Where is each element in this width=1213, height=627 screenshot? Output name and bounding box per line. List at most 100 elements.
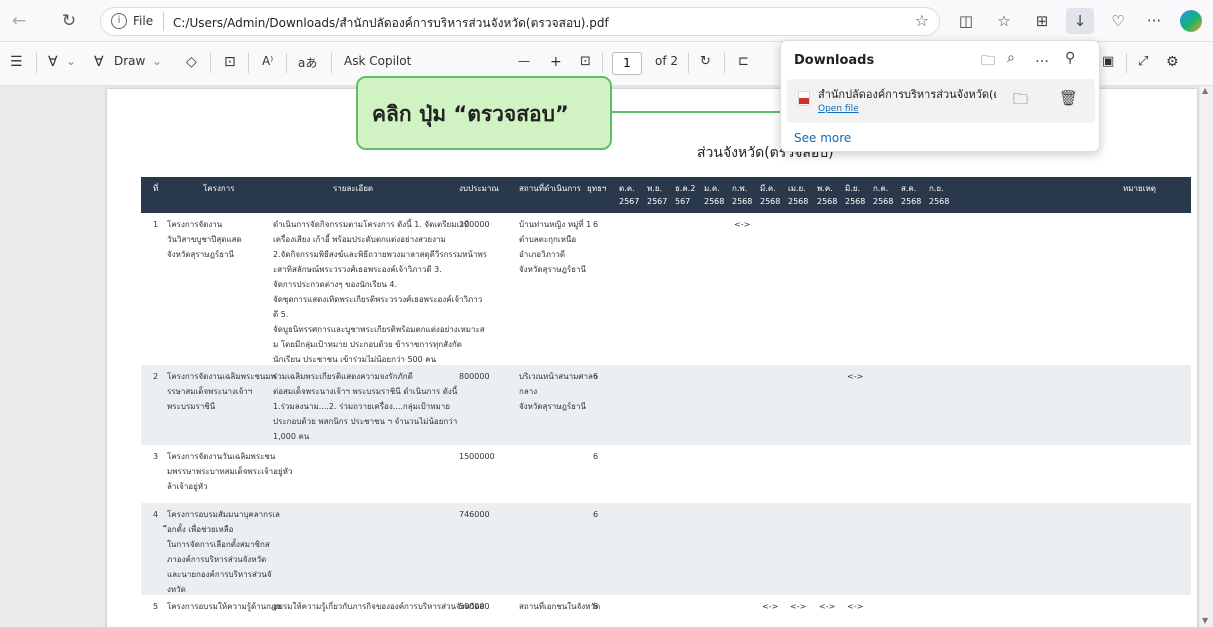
fullscreen-icon[interactable]: ⤢ xyxy=(1138,54,1148,69)
location-cell-line: กลาง xyxy=(519,387,538,396)
save-icon[interactable]: ▣ xyxy=(1102,54,1114,69)
more-options-icon[interactable]: … xyxy=(1035,50,1049,66)
project-cell-line: โครงการจัดงานวันเฉลิมพระชน xyxy=(167,452,276,461)
health-icon[interactable]: ♡ xyxy=(1104,8,1132,34)
details-cell: อบรมให้ความรู้เกี่ยวกับภารกิจขององค์การบ… xyxy=(273,599,484,614)
url-divider xyxy=(163,12,164,31)
scroll-down-icon[interactable]: ▼ xyxy=(1202,616,1208,625)
location-cell-line: อำเภอวิภาวดี xyxy=(519,250,566,259)
show-in-folder-icon[interactable]: 🗀 xyxy=(1013,89,1028,114)
header-year: 2568 xyxy=(901,197,922,206)
timeline-mark: <-> xyxy=(790,602,807,611)
header-year: 2567 xyxy=(647,197,668,206)
location-cell: บริเวณหน้าสนามศาลา กลาง จังหวัดสุราษฎร์ธาน… xyxy=(519,369,597,414)
url-text[interactable]: C:/Users/Admin/Downloads/สำนักปลัดองค์กา… xyxy=(173,14,609,33)
settings-gear-icon[interactable]: ⚙ xyxy=(1166,54,1179,70)
row-number: 3 xyxy=(153,452,159,461)
ask-copilot-button[interactable]: Ask Copilot xyxy=(344,54,411,68)
copilot-icon[interactable] xyxy=(1180,10,1202,32)
details-cell-line: ม โดยมีกลุ่มเป้าหมาย ประกอบด้วย ข้าราชกา… xyxy=(273,340,462,349)
translate-button[interactable]: aあ xyxy=(298,54,317,71)
timeline-mark: <-> xyxy=(847,372,864,381)
header-year: 567 xyxy=(675,197,691,206)
header-month: พ.ค. xyxy=(817,184,833,193)
draw-icon[interactable]: ∀ xyxy=(94,54,104,70)
pdf-page: ส่วนจังหวัด(ตรวจสอบ) ที่ โครงการ รายละเอ… xyxy=(107,89,1197,627)
split-screen-icon[interactable]: ◫ xyxy=(952,8,980,34)
project-cell: โครงการจัดงานเฉลิมพระชนมพ รรษาสมเด็จพระนา… xyxy=(167,369,276,414)
row-number: 4 xyxy=(153,510,159,519)
scroll-thumb[interactable] xyxy=(1203,86,1210,627)
download-file-name[interactable]: สำนักปลัดองค์การบริหารส่วนจังหวัด(ตรวจส xyxy=(818,85,996,103)
divider xyxy=(331,53,332,73)
back-icon[interactable]: ← xyxy=(6,9,32,33)
download-item[interactable]: สำนักปลัดองค์การบริหารส่วนจังหวัด(ตรวจส … xyxy=(787,79,1095,123)
location-cell: บ้านท่านหญิง หมู่ที่ 1 ตำบลตะกุกเหนือ อำเภ… xyxy=(519,217,591,277)
budget-cell: 746000 xyxy=(459,510,490,519)
header-year: 2568 xyxy=(929,197,950,206)
callout-text: คลิก ปุ่ม “ตรวจสอบ” xyxy=(372,102,569,126)
info-icon[interactable]: i xyxy=(111,13,127,29)
header-month: ก.พ. xyxy=(732,184,748,193)
zoom-in-button[interactable]: + xyxy=(550,54,562,70)
page-view-icon[interactable]: ⊏ xyxy=(738,54,749,69)
header-details: รายละเอียด xyxy=(333,184,374,193)
see-more-link[interactable]: See more xyxy=(794,131,851,145)
zoom-out-button[interactable]: — xyxy=(518,54,530,68)
details-cell-line: ดำเนินการจัดกิจกรรมตามโครงการ ดังนี้ 1. … xyxy=(273,220,469,229)
chevron-down-icon[interactable]: ⌄ xyxy=(152,54,162,68)
favorites-icon[interactable]: ☆ xyxy=(990,8,1018,34)
chevron-down-icon[interactable]: ⌄ xyxy=(66,54,76,68)
project-cell-line: จังหวัดสุราษฎร์ธานี xyxy=(167,250,235,259)
project-cell-line: โครงการอบรมสัมมนาบุคลากรเล xyxy=(167,510,280,519)
eraser-icon[interactable]: ◇ xyxy=(186,54,197,70)
details-cell: ร่วมเฉลิมพระเกียรติแสดงความจงรักภักดี ต่อ… xyxy=(273,369,457,444)
budget-cell: 1500000 xyxy=(459,452,495,461)
header-year: 2568 xyxy=(732,197,753,206)
fit-page-icon[interactable]: ⊡ xyxy=(580,54,591,69)
collections-icon[interactable]: ⊞ xyxy=(1028,8,1056,34)
details-cell: ดำเนินการจัดกิจกรรมตามโครงการ ดังนี้ 1. … xyxy=(273,217,487,367)
downloads-icon[interactable]: ↓ xyxy=(1066,8,1094,34)
text-box-icon[interactable]: ⊡ xyxy=(224,54,236,70)
header-year: 2568 xyxy=(788,197,809,206)
project-cell-line: ในการจัดการเลือกตั้งสมาชิกส xyxy=(167,540,270,549)
search-icon[interactable]: ⌕ xyxy=(1007,50,1015,66)
divider xyxy=(210,53,211,73)
contents-icon[interactable]: ☰ xyxy=(10,54,23,70)
project-cell: โครงการอบรมให้ความรู้ด้านกฎห xyxy=(167,599,282,614)
favorite-star-icon[interactable]: ☆ xyxy=(915,11,929,30)
header-month: ก.ย. xyxy=(929,184,944,193)
divider xyxy=(1126,53,1127,73)
pin-icon[interactable]: ⚲ xyxy=(1065,50,1075,66)
header-year: 2568 xyxy=(760,197,781,206)
delete-icon[interactable]: 🗑 xyxy=(1059,89,1078,107)
pdf-viewer[interactable]: ส่วนจังหวัด(ตรวจสอบ) ที่ โครงการ รายละเอ… xyxy=(0,86,1200,627)
refresh-icon[interactable]: ↻ xyxy=(56,9,82,33)
project-cell-line: รรษาสมเด็จพระนางเจ้าฯ xyxy=(167,387,253,396)
header-budget: งบประมาณ xyxy=(459,184,499,193)
address-bar[interactable]: i File C:/Users/Admin/Downloads/สำนักปลั… xyxy=(100,7,940,36)
divider xyxy=(286,53,287,73)
draw-button[interactable]: Draw xyxy=(114,54,145,68)
details-cell-line: 1.ร่วมลงนาม....2. ร่วมถวายเครื่อง....กลุ… xyxy=(273,402,450,411)
open-folder-icon[interactable]: 🗀 xyxy=(981,50,995,74)
details-cell-line: เครื่องเสียง เก้าอี้ พร้อมประดับตกแต่งอย… xyxy=(273,235,446,244)
open-file-link[interactable]: Open file xyxy=(818,104,859,114)
vertical-scrollbar[interactable]: ▲ ▼ xyxy=(1200,86,1213,627)
rotate-icon[interactable]: ↻ xyxy=(700,54,711,69)
location-cell: สถานที่เอกชนในจังหวัด xyxy=(519,599,600,614)
location-cell-line: สถานที่เอกชนในจังหวัด xyxy=(519,602,601,611)
header-year: 2568 xyxy=(873,197,894,206)
page-number-input[interactable]: 1 xyxy=(612,52,642,75)
more-options-icon[interactable]: ··· xyxy=(1140,8,1168,34)
downloads-panel: Downloads 🗀 ⌕ … ⚲ สำนักปลัดองค์การบริหาร… xyxy=(780,40,1100,152)
budget-cell: 800000 xyxy=(459,372,490,381)
highlight-icon[interactable]: ∀ xyxy=(48,54,58,70)
project-cell-line: วันวิสาขบูชาปีสุดแสด xyxy=(167,235,242,244)
project-cell-line: ภาองค์การบริหารส่วนจังหวัด xyxy=(167,555,267,564)
header-month: ต.ค. xyxy=(619,184,635,193)
read-aloud-button[interactable]: A⁾ xyxy=(262,54,273,68)
table-row: 2 โครงการจัดงานเฉลิมพระชนมพ รรษาสมเด็จพระน… xyxy=(141,365,1191,445)
divider xyxy=(724,53,725,73)
